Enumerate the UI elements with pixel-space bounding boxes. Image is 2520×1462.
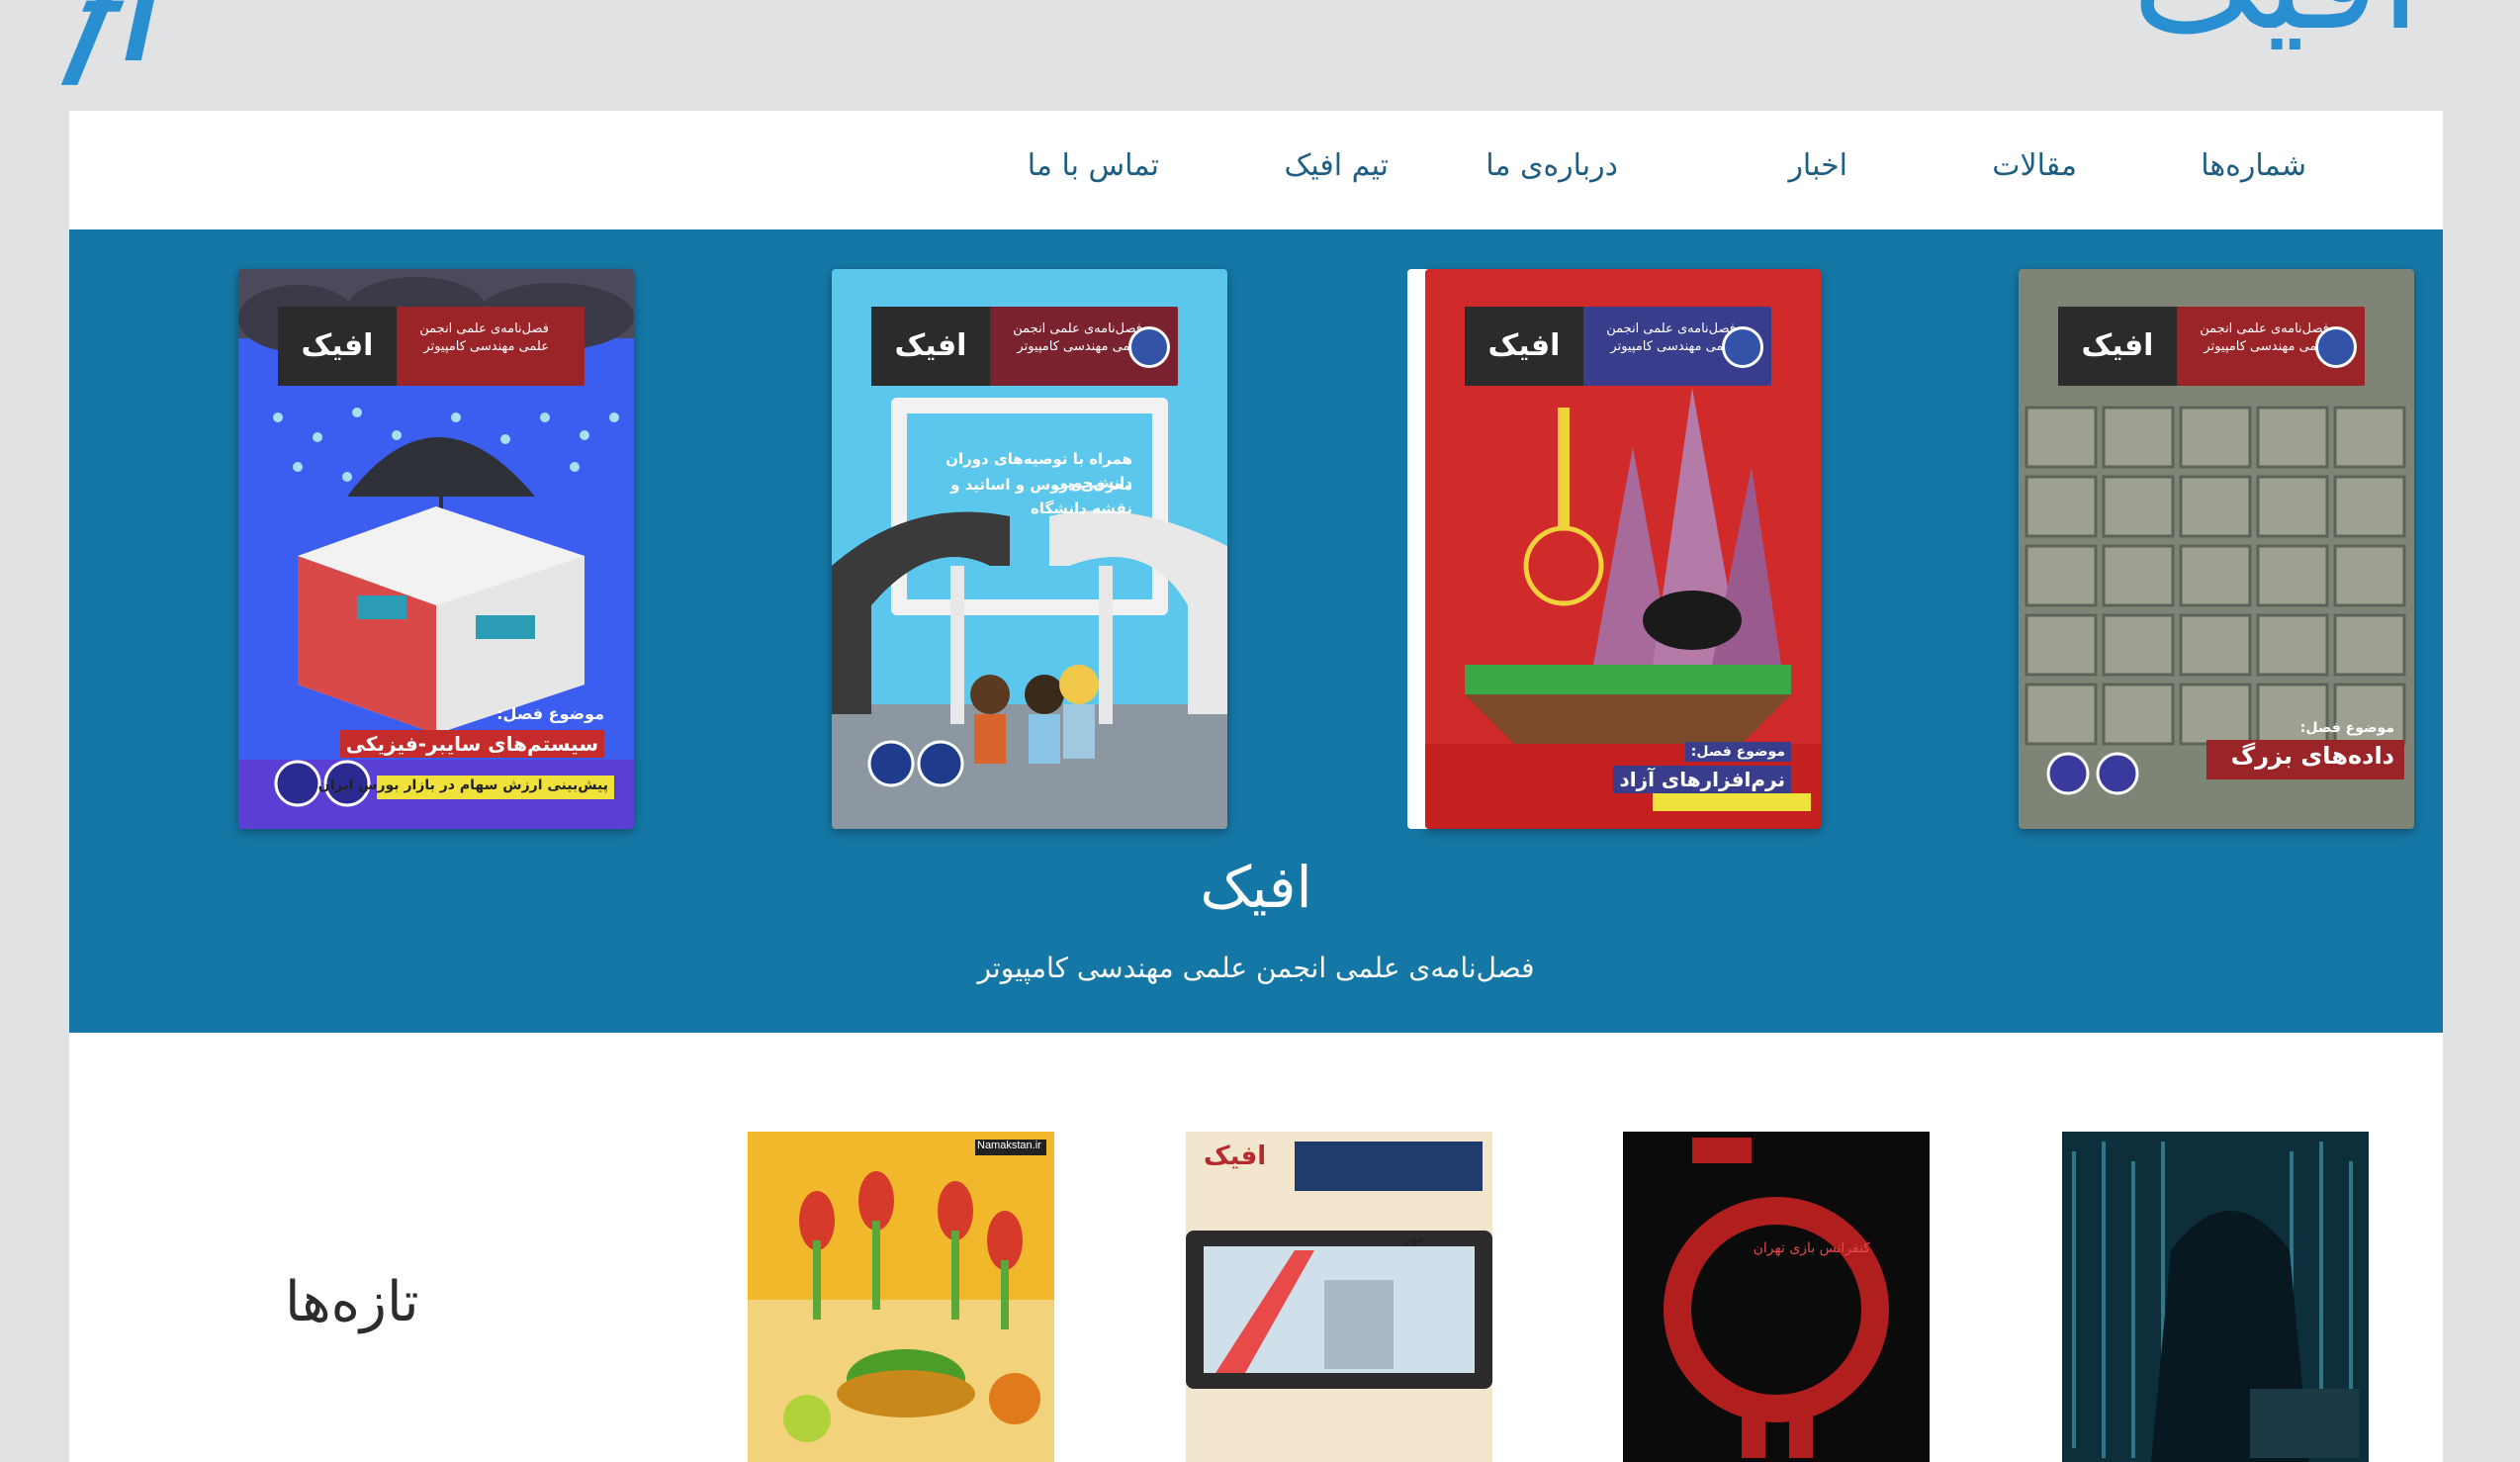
latest-game-art <box>1623 1132 1930 1462</box>
latest-nowruz-art <box>748 1132 1054 1462</box>
cover-masthead: افیک فصل‌نامه‌ی علمی انجمن علمی مهندسی ک… <box>2058 307 2365 386</box>
main-nav: شماره‌ها مقالات اخبار درباره‌ی ما تیم اف… <box>69 111 2443 229</box>
game-caption: کنفرانس بازی تهران <box>1753 1240 1870 1256</box>
university-seal-icon <box>2315 326 2357 368</box>
latest-item-mehr[interactable]: افیک مهر <box>1186 1132 1492 1462</box>
nav-team[interactable]: تیم افیک <box>1285 148 1389 183</box>
masthead-logo: افیک <box>871 307 990 386</box>
latest-title: تازه‌ها <box>285 1270 419 1334</box>
cover-university[interactable]: افیک فصل‌نامه‌ی علمی انجمن علمی مهندسی ک… <box>832 269 1227 829</box>
cover-topic: معرفی دروس و اساتید و نقشه دانشگاه <box>950 476 1132 517</box>
nav-issues[interactable]: شماره‌ها <box>2201 148 2306 183</box>
cover-masthead: افیک فصل‌نامه‌ی علمی انجمن علمی مهندسی ک… <box>278 307 585 386</box>
cover-big-data[interactable]: افیک فصل‌نامه‌ی علمی انجمن علمی مهندسی ک… <box>2019 269 2414 829</box>
cover-free-software[interactable]: افیک فصل‌نامه‌ی علمی انجمن علمی مهندسی ک… <box>1425 269 1821 829</box>
cover-topic: موضوع فصل: <box>1684 742 1791 762</box>
cover-masthead: افیک فصل‌نامه‌ی علمی انجمن علمی مهندسی ک… <box>871 307 1178 386</box>
masthead-text: فصل‌نامه‌ی علمی انجمن علمی مهندسی کامپیو… <box>1606 321 1736 354</box>
masthead-logo: افیک <box>1465 307 1583 386</box>
hero-title: افیک <box>1200 854 1312 921</box>
cover-masthead: افیک فصل‌نامه‌ی علمی انجمن علمی مهندسی ک… <box>1465 307 1771 386</box>
masthead-text: فصل‌نامه‌ی علمی انجمن علمی مهندسی کامپیو… <box>2200 321 2329 354</box>
masthead-text: فصل‌نامه‌ی علمی انجمن علمی مهندسی کامپیو… <box>419 321 549 354</box>
cover-title: داده‌های بزرگ <box>2230 742 2394 770</box>
nav-contact[interactable]: تماس با ما <box>1028 148 1159 183</box>
nav-news[interactable]: اخبار <box>1788 148 1847 183</box>
latest-item-hacker[interactable] <box>2062 1132 2369 1462</box>
site-logo-latin[interactable]: ƒi <box>51 0 167 86</box>
hero-section: افیک فصل‌نامه‌ی علمی انجمن علمی مهندسی ک… <box>69 229 2443 1033</box>
cover-banner: پیش‌بینی ارزش سهام در بازار بورس ایران <box>317 777 608 793</box>
cover-title: نرم‌افزارهای آزاد <box>1613 766 1791 793</box>
cover-title: سیستم‌های سایبر-فیزیکی <box>339 730 604 758</box>
site-logo[interactable]: افیک <box>2131 0 2421 51</box>
university-seal-icon <box>1722 326 1763 368</box>
latest-hacker-art <box>2062 1132 2369 1462</box>
cover-topic: موضوع فصل: <box>496 704 604 723</box>
cover-cyber[interactable]: افیک فصل‌نامه‌ی علمی انجمن علمی مهندسی ک… <box>238 269 634 829</box>
latest-mehr-art <box>1186 1132 1492 1462</box>
masthead-text: فصل‌نامه‌ی علمی انجمن علمی مهندسی کامپیو… <box>1013 321 1142 354</box>
watermark-label: Namakstan.ir <box>977 1140 1041 1151</box>
nav-about[interactable]: درباره‌ی ما <box>1485 148 1618 183</box>
masthead-logo: افیک <box>2058 307 2177 386</box>
cover-topic: موضوع فصل: <box>2299 720 2394 736</box>
month-label: مهر <box>1403 1231 1425 1246</box>
latest-item-nowruz[interactable]: Namakstan.ir <box>748 1132 1054 1462</box>
latest-section: تازه‌ها Namakstan.ir افیک مهر <box>69 1033 2443 1462</box>
masthead-logo: افیک <box>278 307 397 386</box>
masthead-logo: افیک <box>1204 1142 1267 1171</box>
latest-item-game[interactable]: کنفرانس بازی تهران <box>1623 1132 1930 1462</box>
university-seal-icon <box>1128 326 1170 368</box>
hero-subtitle: فصل‌نامه‌ی علمی انجمن علمی مهندسی کامپیو… <box>977 952 1535 984</box>
nav-articles[interactable]: مقالات <box>1992 148 2077 183</box>
